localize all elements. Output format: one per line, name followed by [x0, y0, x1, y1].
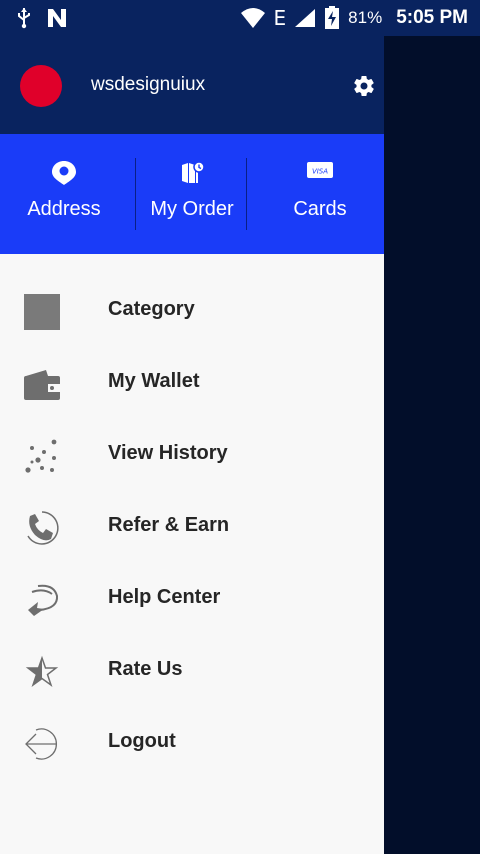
phone-icon [27, 511, 59, 545]
avatar[interactable] [20, 65, 62, 107]
star-icon [25, 655, 59, 687]
menu-item-label: Help Center [108, 586, 221, 608]
quick-divider [246, 158, 247, 230]
quick-action-label: Cards [293, 198, 347, 220]
location-pin-icon [52, 161, 76, 185]
status-right: E 81% 5:05 PM [240, 6, 468, 30]
gear-icon[interactable] [352, 74, 376, 98]
menu-item-label: Logout [108, 730, 176, 752]
quick-actions-bar: Address My Order VISA Cards [0, 134, 384, 254]
menu-item-view-history[interactable]: View History [0, 418, 384, 490]
menu-item-category[interactable]: Category [0, 274, 384, 346]
status-bar: E 81% 5:05 PM [0, 0, 480, 36]
drawer-menu: Category My Wallet View History Refer & … [0, 254, 384, 778]
status-left [16, 7, 68, 29]
logout-icon [25, 728, 57, 760]
n-notification-icon [48, 9, 66, 27]
wifi-icon [240, 8, 265, 28]
username: wsdesignuiux [91, 74, 206, 95]
menu-item-help-center[interactable]: Help Center [0, 562, 384, 634]
svg-text:VISA: VISA [312, 168, 328, 176]
menu-item-logout[interactable]: Logout [0, 706, 384, 778]
menu-item-label: Rate Us [108, 658, 183, 680]
quick-action-label: My Order [150, 198, 234, 220]
network-type: E [273, 6, 287, 30]
drawer-header: wsdesignuiux [0, 36, 384, 134]
battery-charging-icon [325, 6, 340, 29]
category-icon [24, 294, 60, 330]
menu-item-label: My Wallet [108, 370, 200, 392]
navigation-drawer: wsdesignuiux Address My Order VISA Cards… [0, 36, 384, 854]
menu-item-my-wallet[interactable]: My Wallet [0, 346, 384, 418]
clock: 5:05 PM [396, 7, 468, 28]
signal-icon [295, 9, 316, 27]
wallet-icon [24, 370, 60, 400]
quick-action-cards[interactable]: VISA Cards [256, 134, 384, 254]
drawer-scrim[interactable] [384, 36, 480, 854]
quick-action-label: Address [27, 198, 101, 220]
battery-percent: 81% [348, 8, 383, 27]
quick-action-address[interactable]: Address [0, 134, 128, 254]
history-dots-icon [25, 439, 57, 473]
screen: E 81% 5:05 PM wsdesignuiux Address My Or… [0, 0, 480, 854]
menu-item-label: View History [108, 442, 228, 464]
orders-icon [182, 161, 205, 183]
help-arrow-icon [28, 584, 59, 616]
usb-icon [18, 8, 30, 29]
menu-item-rate-us[interactable]: Rate Us [0, 634, 384, 706]
quick-divider [135, 158, 136, 230]
menu-item-label: Refer & Earn [108, 514, 230, 536]
visa-card-icon: VISA [307, 162, 333, 178]
menu-item-refer-earn[interactable]: Refer & Earn [0, 490, 384, 562]
quick-action-my-order[interactable]: My Order [128, 134, 256, 254]
menu-item-label: Category [108, 298, 195, 320]
